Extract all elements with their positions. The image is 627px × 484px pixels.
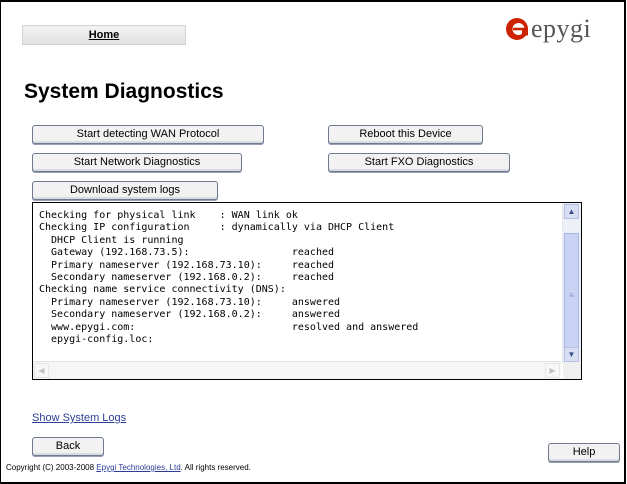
log-line: www.epygi.com: resolved and answered xyxy=(39,321,419,333)
log-line: Gateway (192.168.73.5): reached xyxy=(39,247,335,259)
log-line: epygi-config.loc: xyxy=(39,334,154,346)
log-horizontal-scrollbar[interactable]: ◀ ▶ xyxy=(33,361,561,379)
footer-prefix: Copyright (C) 2003-2008 xyxy=(6,463,97,472)
epygi-company-link[interactable]: Epygi Technologies, Ltd xyxy=(96,463,180,472)
show-system-logs-link[interactable]: Show System Logs xyxy=(32,412,126,424)
start-network-diagnostics-button[interactable]: Start Network Diagnostics xyxy=(32,153,242,172)
scroll-left-icon[interactable]: ◀ xyxy=(34,363,49,378)
diagnostics-log-textarea[interactable]: Checking for physical link : WAN link ok… xyxy=(32,202,582,380)
log-line: Secondary nameserver (192.168.0.2): answ… xyxy=(39,309,341,321)
diagnostics-log-text: Checking for physical link : WAN link ok… xyxy=(33,203,566,358)
log-line: Primary nameserver (192.168.73.10): reac… xyxy=(39,259,335,271)
tab-home-label[interactable]: Home xyxy=(89,29,120,41)
start-detecting-wan-button[interactable]: Start detecting WAN Protocol xyxy=(32,125,264,144)
back-button[interactable]: Back xyxy=(32,437,104,456)
log-line: Secondary nameserver (192.168.0.2): reac… xyxy=(39,272,335,284)
start-fxo-diagnostics-button[interactable]: Start FXO Diagnostics xyxy=(328,153,510,172)
log-line: Primary nameserver (192.168.73.10): answ… xyxy=(39,296,341,308)
scroll-right-icon[interactable]: ▶ xyxy=(545,363,560,378)
footer-suffix: . All rights reserved. xyxy=(180,463,251,472)
log-line: Checking name service connectivity (DNS)… xyxy=(39,284,286,296)
scroll-down-icon[interactable]: ▼ xyxy=(564,347,579,362)
scroll-up-icon[interactable]: ▲ xyxy=(564,204,579,219)
log-line: Checking for physical link : WAN link ok xyxy=(39,210,298,221)
log-line-clipped xyxy=(39,203,566,210)
epygi-logo: epygi xyxy=(505,14,615,44)
scroll-corner xyxy=(563,362,581,379)
epygi-logo-icon xyxy=(506,18,528,40)
scroll-thumb[interactable]: ≡ xyxy=(564,233,579,358)
tab-home[interactable]: Home xyxy=(22,25,186,45)
log-line: DHCP Client is running xyxy=(39,234,184,246)
copyright-footer: Copyright (C) 2003-2008 Epygi Technologi… xyxy=(6,463,251,472)
download-system-logs-button[interactable]: Download system logs xyxy=(32,181,218,200)
reboot-device-button[interactable]: Reboot this Device xyxy=(328,125,483,144)
log-vertical-scrollbar[interactable]: ▲ ≡ ▼ xyxy=(562,203,581,363)
log-line: Checking IP configuration : dynamically … xyxy=(39,222,395,234)
logo-wordmark: epygi xyxy=(531,14,592,43)
help-button[interactable]: Help xyxy=(548,443,620,462)
page-title: System Diagnostics xyxy=(24,80,224,103)
